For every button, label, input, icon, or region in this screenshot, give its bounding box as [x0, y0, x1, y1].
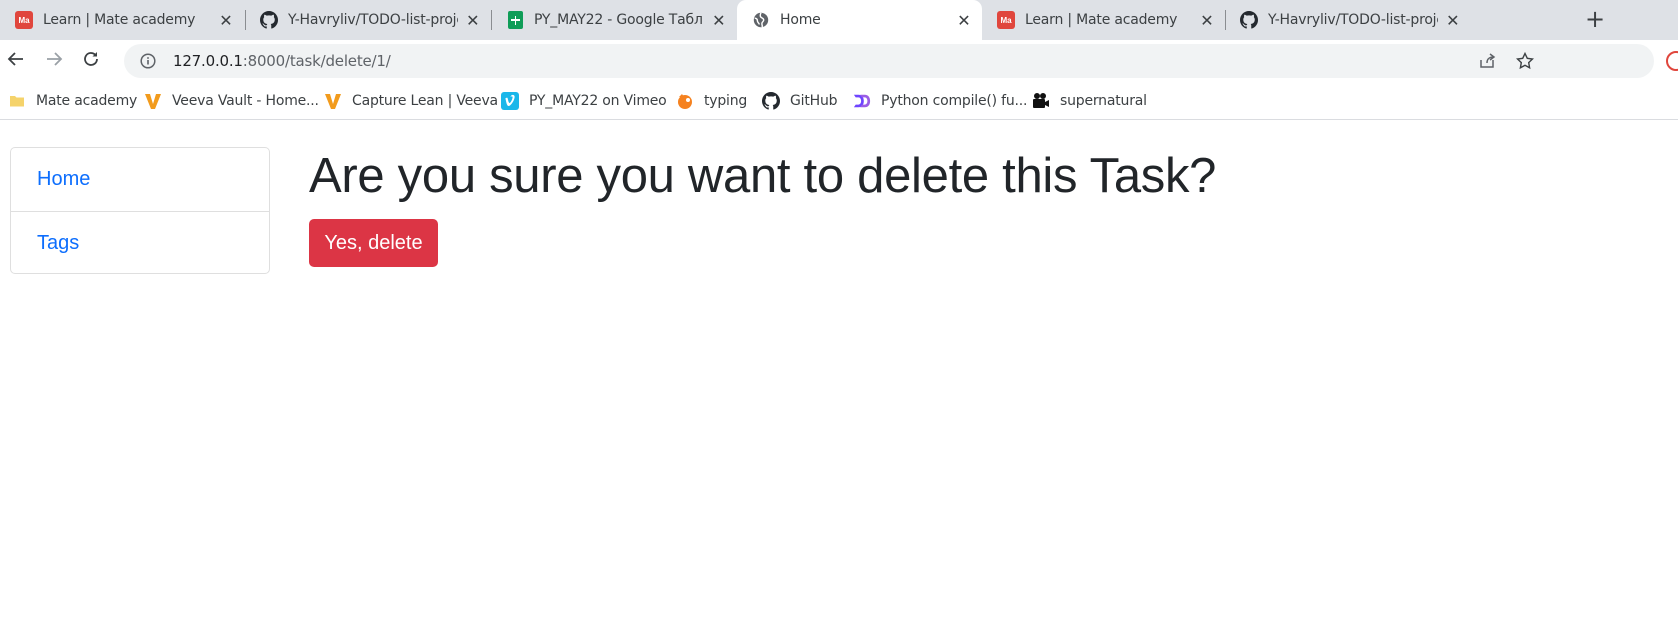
url-path: :8000/task/delete/1/ [242, 52, 391, 70]
bookmark-capture-lean[interactable]: Capture Lean | Veeva [324, 91, 498, 111]
site-info-icon[interactable] [138, 51, 158, 71]
typing-icon [676, 92, 694, 110]
mate-academy-icon: Ma [15, 11, 33, 29]
tab-home-active[interactable]: Home ✕ [737, 0, 982, 40]
bookmark-star-icon[interactable] [1515, 51, 1535, 71]
veeva-icon [144, 92, 162, 110]
new-tab-button[interactable]: + [1583, 7, 1607, 32]
back-button[interactable] [2, 47, 30, 75]
folder-icon [8, 92, 26, 110]
forward-arrow-icon [45, 50, 63, 72]
tab-title: PY_MAY22 - Google Таблиці [534, 12, 704, 28]
bookmark-label: Capture Lean | Veeva [352, 93, 498, 109]
bookmark-github[interactable]: GitHub [762, 91, 838, 111]
bookmark-mate-academy[interactable]: Mate academy [8, 91, 137, 111]
github-icon [260, 11, 278, 29]
tab-strip: Ma Learn | Mate academy ✕ Y-Havryliv/TOD… [0, 0, 1678, 40]
close-icon[interactable]: ✕ [1199, 11, 1215, 30]
close-icon[interactable]: ✕ [956, 11, 972, 30]
google-sheets-icon [506, 11, 524, 29]
close-icon[interactable]: ✕ [712, 11, 726, 30]
veeva-icon [324, 92, 342, 110]
url-text: 127.0.0.1:8000/task/delete/1/ [173, 52, 391, 70]
tab-mate-academy-1[interactable]: Ma Learn | Mate academy ✕ [0, 0, 244, 40]
vimeo-icon [501, 92, 519, 110]
video-camera-icon [1032, 92, 1050, 110]
tab-title: Y-Havryliv/TODO-list-project [1268, 12, 1438, 28]
mate-academy-icon: Ma [997, 11, 1015, 29]
browser-toolbar: 127.0.0.1:8000/task/delete/1/ [0, 40, 1678, 82]
python-site-icon [853, 92, 871, 110]
url-host: 127.0.0.1 [173, 52, 243, 70]
tab-title: Home [780, 12, 821, 28]
bookmark-label: Mate academy [36, 93, 138, 109]
tab-github-1[interactable]: Y-Havryliv/TODO-list-project ✕ [245, 0, 490, 40]
bookmark-label: Python compile() fu... [881, 93, 1028, 109]
tab-github-2[interactable]: Y-Havryliv/TODO-list-project ✕ [1225, 0, 1470, 40]
sidebar-item-tags[interactable]: Tags [11, 211, 269, 274]
back-arrow-icon [7, 50, 25, 72]
github-icon [1240, 11, 1258, 29]
bookmark-python-compile[interactable]: Python compile() fu... [853, 91, 1027, 111]
github-icon [762, 92, 780, 110]
bookmark-label: PY_MAY22 on Vimeo [529, 93, 667, 109]
close-icon[interactable]: ✕ [466, 11, 480, 30]
bookmark-label: GitHub [790, 93, 838, 109]
bookmarks-bar: Mate academy Veeva Vault - Home... Captu… [0, 82, 1678, 120]
reload-icon [82, 50, 100, 72]
share-icon[interactable] [1477, 51, 1497, 71]
tab-title: Learn | Mate academy [1025, 12, 1178, 28]
page-title: Are you sure you want to delete this Tas… [309, 149, 1217, 203]
tab-mate-academy-2[interactable]: Ma Learn | Mate academy ✕ [982, 0, 1225, 40]
address-bar[interactable]: 127.0.0.1:8000/task/delete/1/ [124, 44, 1654, 78]
bookmark-vimeo[interactable]: PY_MAY22 on Vimeo [501, 91, 667, 111]
tab-google-sheets[interactable]: PY_MAY22 - Google Таблиці ✕ [491, 0, 736, 40]
globe-icon [752, 11, 770, 29]
sidebar-item-home[interactable]: Home [11, 148, 269, 211]
bookmark-label: supernatural [1060, 93, 1147, 109]
tab-title: Y-Havryliv/TODO-list-project [288, 12, 458, 28]
bookmark-supernatural[interactable]: supernatural [1032, 91, 1147, 111]
reload-button[interactable] [77, 47, 105, 75]
bookmark-label: Veeva Vault - Home... [172, 93, 319, 109]
sidebar-list: Home Tags [10, 147, 270, 274]
bookmark-label: typing [704, 93, 748, 109]
close-icon[interactable]: ✕ [1446, 11, 1460, 30]
forward-button[interactable] [40, 47, 68, 75]
bookmark-typing[interactable]: typing [676, 91, 747, 111]
confirm-delete-button[interactable]: Yes, delete [309, 219, 438, 267]
tab-title: Learn | Mate academy [43, 12, 196, 28]
close-icon[interactable]: ✕ [218, 11, 234, 30]
bookmark-veeva-vault[interactable]: Veeva Vault - Home... [144, 91, 319, 111]
